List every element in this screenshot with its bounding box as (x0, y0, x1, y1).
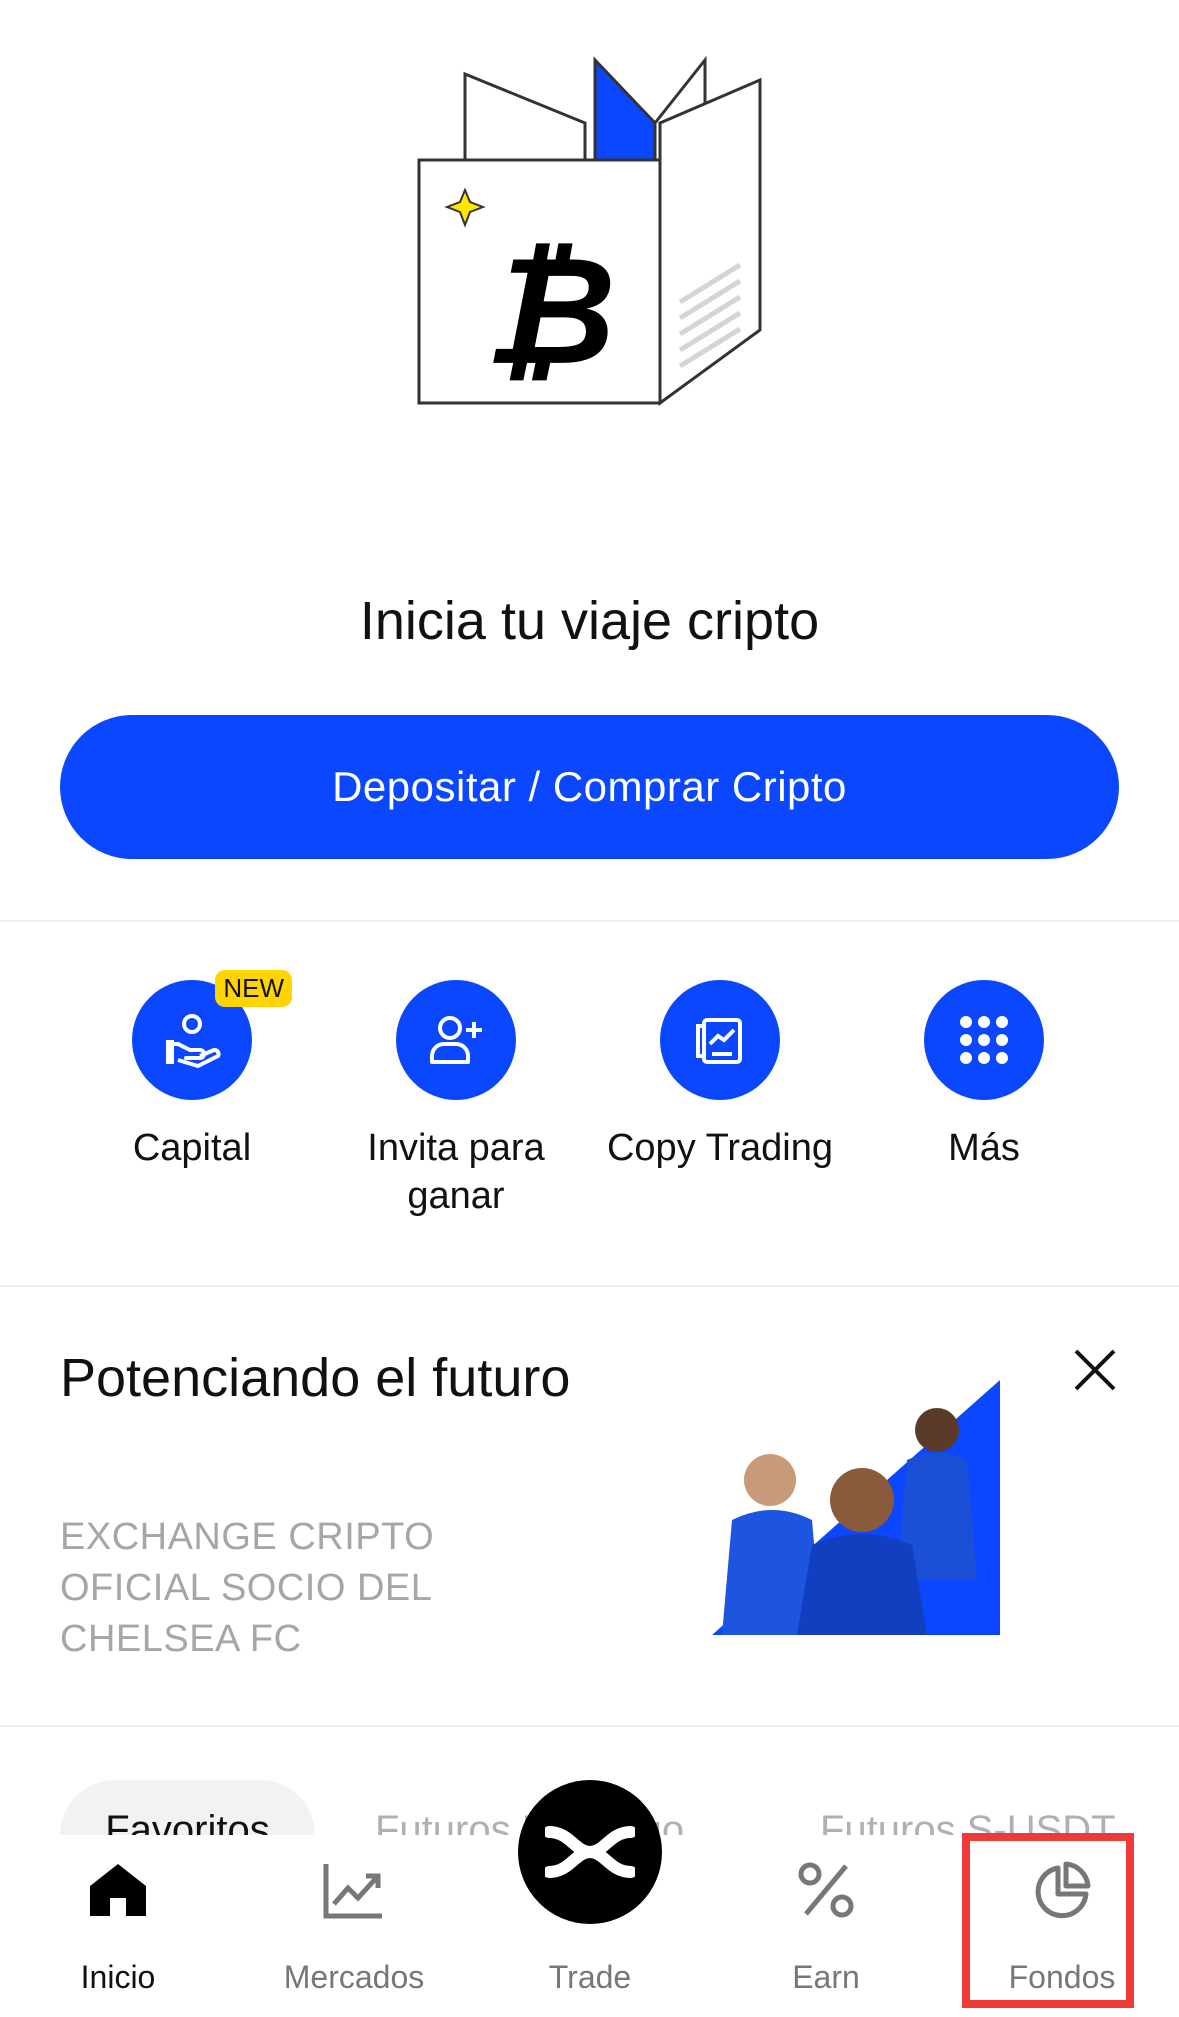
copy-trading-circle[interactable] (660, 980, 780, 1100)
quick-action-label: Más (948, 1127, 1020, 1169)
quick-action-invite[interactable]: Invita para ganar (324, 980, 588, 1220)
nav-label: Mercados (283, 1959, 425, 1995)
highlight-box-fondos (962, 1833, 1134, 2008)
chelsea-players-image (712, 1380, 1000, 1635)
more-circle[interactable] (924, 980, 1044, 1100)
promo-subtitle: EXCHANGE CRIPTO OFICIAL SOCIO DEL CHELSE… (60, 1516, 435, 1660)
capital-circle[interactable]: NEW (132, 970, 292, 1100)
new-badge: NEW (215, 970, 292, 1007)
nav-inicio[interactable]: Inicio (0, 1855, 236, 1996)
home-icon (90, 1864, 146, 1916)
deposit-buy-crypto-button[interactable]: Depositar / Comprar Cripto (60, 715, 1119, 859)
quick-action-label: Copy Trading (606, 1127, 833, 1169)
quick-action-more[interactable]: Más (852, 980, 1116, 1172)
divider (0, 1725, 1179, 1727)
nav-mercados[interactable]: Mercados (236, 1855, 472, 1996)
nav-earn[interactable]: Earn (708, 1855, 944, 1996)
hero-title: Inicia tu viaje cripto (359, 591, 820, 651)
grid-dots-icon (960, 1016, 1008, 1064)
divider (0, 920, 1179, 922)
trade-logo-icon (545, 1826, 635, 1878)
hand-coin-icon (166, 1014, 221, 1068)
copy-trading-icon (696, 1018, 742, 1064)
nav-label: Inicio (80, 1959, 156, 1995)
divider (0, 1285, 1179, 1287)
chart-icon (323, 1864, 382, 1919)
nav-label: Earn (792, 1959, 860, 1995)
quick-action-copy-trading[interactable]: Copy Trading (588, 980, 852, 1172)
svg-text:₿: ₿ (484, 225, 616, 399)
nav-label: Trade (548, 1959, 632, 1995)
trade-button[interactable] (518, 1780, 662, 1924)
percent-icon (798, 1862, 854, 1918)
promo-title: Potenciando el futuro (60, 1348, 571, 1408)
quick-action-capital[interactable]: NEW Capital (60, 970, 324, 1172)
bitcoin-book-illustration: ₿ (417, 55, 762, 406)
close-icon[interactable] (1070, 1345, 1120, 1395)
add-user-icon (430, 1016, 482, 1064)
quick-action-label: Invita para ganar (367, 1127, 545, 1217)
quick-action-label: Capital (132, 1127, 252, 1169)
invite-circle[interactable] (396, 980, 516, 1100)
